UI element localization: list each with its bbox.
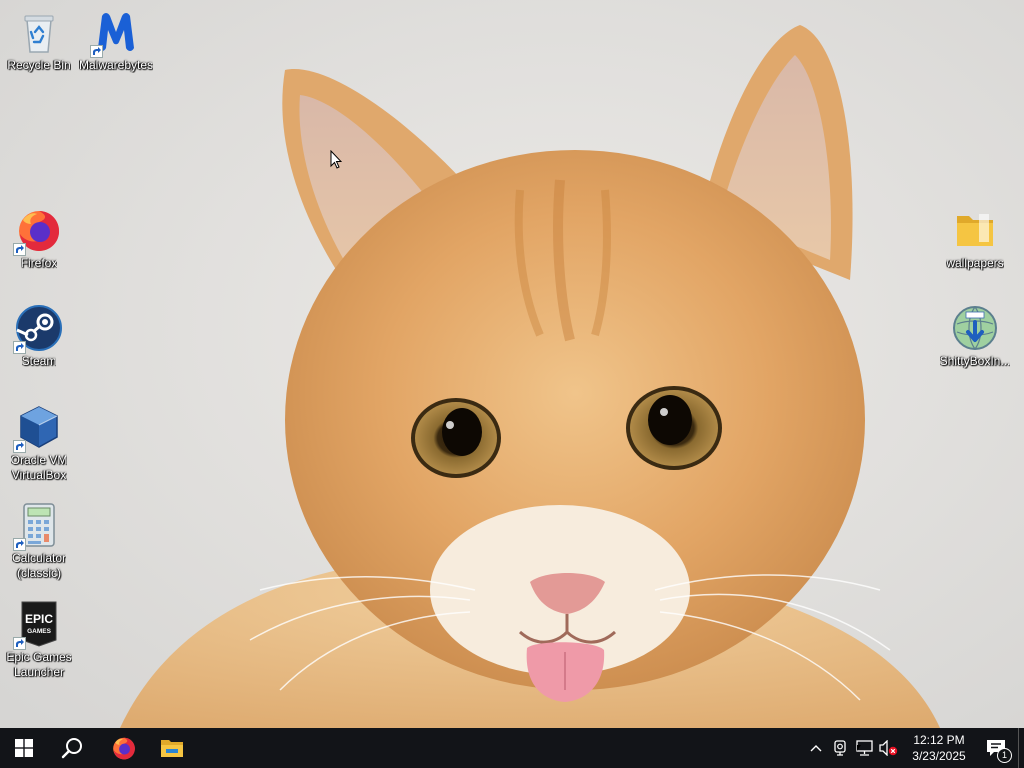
webcam-icon — [834, 740, 846, 756]
firefox-icon — [13, 206, 63, 256]
shortcut-arrow-icon — [13, 341, 26, 354]
show-desktop-button[interactable] — [1018, 728, 1024, 768]
malwarebytes-icon — [90, 8, 140, 58]
tray-network-button[interactable] — [852, 728, 876, 768]
desktop-icon-virtualbox[interactable]: Oracle VM VirtualBox — [1, 403, 77, 483]
tray-webcam-button[interactable] — [828, 728, 852, 768]
clock-date: 3/23/2025 — [912, 749, 966, 763]
desktop-icon-epic-games[interactable]: EPIC GAMES Epic Games Launcher — [1, 600, 77, 680]
kitten-wallpaper — [0, 0, 1024, 728]
recycle-bin-label: Recycle Bin — [7, 58, 71, 72]
steam-label: Steam — [21, 354, 57, 368]
desktop-icon-recycle-bin[interactable]: Recycle Bin — [1, 8, 77, 73]
firefox-icon — [113, 737, 135, 760]
mouse-cursor-icon — [330, 150, 342, 169]
epic-games-icon: EPIC GAMES — [13, 600, 63, 650]
epic-games-label: Epic Games Launcher — [6, 650, 72, 679]
clock-time: 12:12 PM — [913, 733, 965, 747]
recycle-bin-icon — [15, 8, 63, 56]
desktop-icon-steam[interactable]: Steam — [1, 304, 77, 369]
shortcut-arrow-icon — [13, 538, 26, 551]
desktop[interactable]: Recycle Bin Malwarebytes Firefox Steam O… — [0, 0, 1024, 768]
notification-count-badge: 1 — [997, 748, 1012, 763]
firefox-label: Firefox — [20, 256, 58, 270]
shortcut-arrow-icon — [90, 45, 103, 58]
installer-globe-icon — [951, 304, 999, 352]
shortcut-arrow-icon — [13, 243, 26, 256]
wallpapers-label: wallpapers — [946, 256, 1004, 270]
shortcut-arrow-icon — [13, 440, 26, 453]
taskbar-firefox-button[interactable] — [100, 728, 148, 768]
chevron-up-icon — [810, 745, 822, 752]
start-button[interactable] — [0, 728, 48, 768]
windows-start-icon — [15, 739, 33, 757]
desktop-icon-malwarebytes[interactable]: Malwarebytes — [78, 8, 154, 73]
malwarebytes-label: Malwarebytes — [78, 58, 154, 72]
virtualbox-label: Oracle VM VirtualBox — [10, 453, 68, 482]
taskbar: 12:12 PM 3/23/2025 1 — [0, 728, 1024, 768]
folder-icon — [951, 206, 999, 254]
steam-icon — [13, 304, 63, 354]
clock[interactable]: 12:12 PM 3/23/2025 — [904, 728, 974, 768]
taskbar-file-explorer-button[interactable] — [148, 728, 196, 768]
desktop-icon-wallpapers[interactable]: wallpapers — [937, 206, 1013, 271]
tray-volume-button[interactable] — [876, 728, 900, 768]
desktop-icon-calculator[interactable]: Calculator (classic) — [1, 501, 77, 581]
desktop-icon-shittybox[interactable]: ShittyBoxIn... — [937, 304, 1013, 369]
volume-muted-icon — [879, 740, 898, 756]
network-icon — [855, 740, 873, 756]
calculator-label: Calculator (classic) — [11, 551, 67, 580]
show-hidden-icons-button[interactable] — [804, 728, 828, 768]
file-explorer-icon — [161, 740, 183, 757]
shittybox-label: ShittyBoxIn... — [939, 354, 1011, 368]
action-center-button[interactable]: 1 — [974, 728, 1018, 768]
virtualbox-icon — [13, 403, 63, 453]
search-icon — [61, 738, 82, 759]
epic-logo-subword: GAMES — [27, 628, 52, 635]
system-tray: 12:12 PM 3/23/2025 1 — [804, 728, 1024, 768]
epic-logo-word: EPIC — [25, 612, 53, 626]
calculator-icon — [13, 501, 63, 551]
shortcut-arrow-icon — [13, 637, 26, 650]
search-button[interactable] — [48, 728, 96, 768]
desktop-icon-firefox[interactable]: Firefox — [1, 206, 77, 271]
